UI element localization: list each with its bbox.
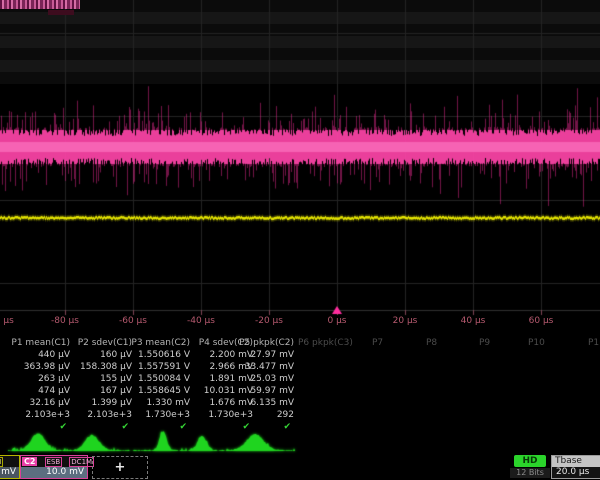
time-axis-label: 60 µs [517,316,565,326]
measure-mean: 1.557591 V [126,361,190,373]
time-axis-label: 40 µs [449,316,497,326]
measure-num: 2.103e+3 [68,409,132,421]
measure-header-inactive[interactable]: P10 [528,337,545,349]
timebase-value: 20.0 µs [552,467,600,478]
measure-max: 1.558645 V [126,385,190,397]
measure-num: 1.730e+3 [126,409,190,421]
measure-mean: 158.308 µV [68,361,132,373]
status-check-icon: ✔ [126,421,190,433]
measure-column-p3: P3 mean(C2) 1.550616 V 1.557591 V 1.5500… [126,337,190,433]
coupling-badge: DC1M [0,457,3,467]
channel-c2-chip: C2 [22,457,37,466]
measure-value: 160 µV [68,349,132,361]
time-axis-label: 0 µs [313,316,361,326]
channel-c2-scale: 10.0 mV [21,467,87,478]
measure-header[interactable]: P3 mean(C2) [126,337,190,349]
measure-min: 25.03 mV [230,373,294,385]
measure-max: 59.97 mV [230,385,294,397]
measure-column-p5: P5 pkpk(C2) 27.97 mV 33.477 mV 25.03 mV … [230,337,294,433]
measure-column-p1: P1 mean(C1) 440 µV 363.98 µV 263 µV 474 … [6,337,70,433]
measure-value: 27.97 mV [230,349,294,361]
measure-header[interactable]: P1 mean(C1) [6,337,70,349]
time-axis-label: -60 µs [109,316,157,326]
time-axis-label: -40 µs [177,316,225,326]
measure-sdev: 6.135 mV [230,397,294,409]
measure-num: 292 [230,409,294,421]
measure-min: 155 µV [68,373,132,385]
timebase-title: Tbase [552,456,600,467]
measure-header-inactive[interactable]: P7 [372,337,383,349]
top-left-annotation-badge [0,0,80,9]
timebase-descriptor[interactable]: Tbase 20.0 µs [551,455,600,479]
measure-max: 167 µV [68,385,132,397]
channel-descriptor-c1[interactable]: C1 DC1M 10.0 mV [0,455,20,479]
measure-header-inactive[interactable]: P8 [426,337,437,349]
measure-sdev: 32.16 µV [6,397,70,409]
measure-mean: 33.477 mV [230,361,294,373]
measure-value: 440 µV [6,349,70,361]
coupling-badge: DC1M [69,457,94,467]
status-check-icon: ✔ [68,421,132,433]
measure-max: 474 µV [6,385,70,397]
measure-sdev: 1.330 mV [126,397,190,409]
measure-num: 2.103e+3 [6,409,70,421]
oscilloscope-screen: -100 µs -80 µs -60 µs -40 µs -20 µs 0 µs… [0,0,600,480]
channel-descriptor-c2[interactable]: C2 ESB DC1M 10.0 mV [20,455,88,479]
hd-bits-label: 12 Bits [510,468,550,478]
eres-badge: ESB [45,457,63,467]
measure-sdev: 1.399 µV [68,397,132,409]
measure-min: 263 µV [6,373,70,385]
measure-column-p2: P2 sdev(C1) 160 µV 158.308 µV 155 µV 167… [68,337,132,433]
time-axis-label: -80 µs [41,316,89,326]
hd-mode-badge[interactable]: HD [514,455,546,467]
measure-header-inactive[interactable]: P1 [588,337,599,349]
measure-header[interactable]: P5 pkpk(C2) [230,337,294,349]
measure-header[interactable]: P2 sdev(C1) [68,337,132,349]
time-axis-label: -100 µs [0,316,21,326]
measure-mean: 363.98 µV [6,361,70,373]
status-check-icon: ✔ [6,421,70,433]
top-left-annotation-shadow [48,10,74,15]
measure-value: 1.550616 V [126,349,190,361]
time-axis-label: -20 µs [245,316,293,326]
measure-header-inactive[interactable]: P9 [479,337,490,349]
channel-c1-scale: 10.0 mV [0,467,19,478]
plus-icon: + [115,460,126,475]
status-check-icon: ✔ [230,421,294,433]
measure-min: 1.550084 V [126,373,190,385]
add-trace-button[interactable]: + [92,456,148,479]
time-axis-label: 20 µs [381,316,429,326]
measure-header-inactive[interactable]: P6 pkpk(C3) [298,337,353,349]
